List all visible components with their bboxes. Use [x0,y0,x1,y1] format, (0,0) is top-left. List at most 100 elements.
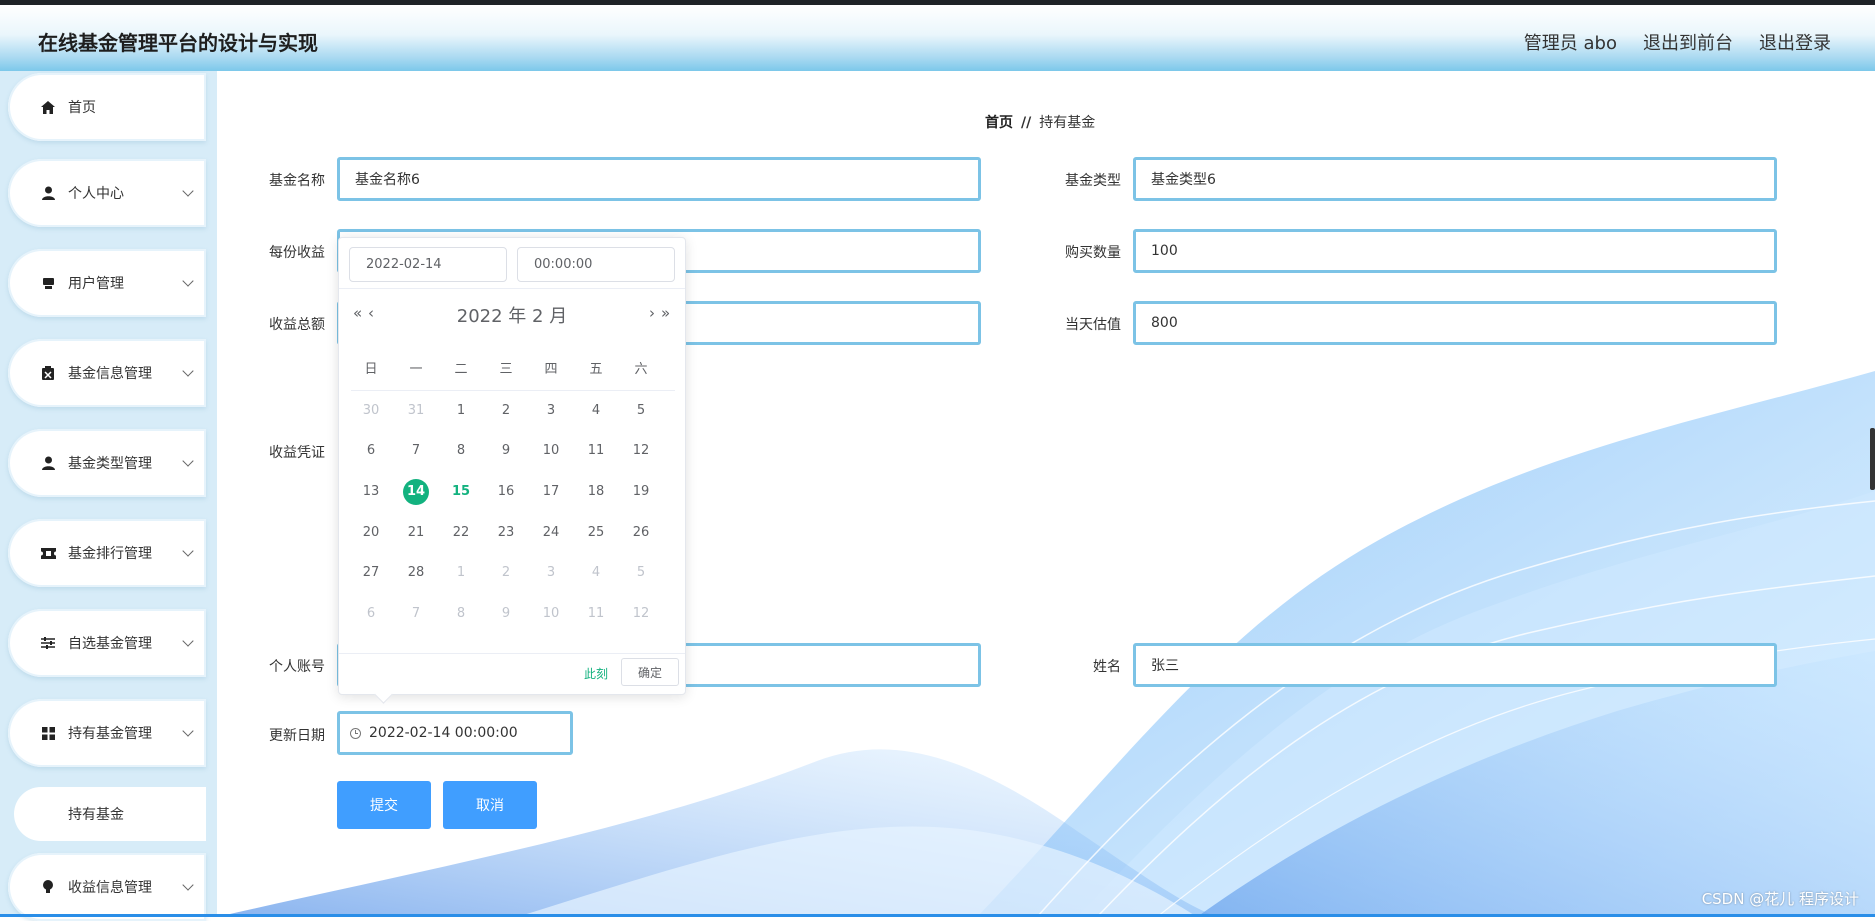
calendar-day[interactable]: 16 [486,477,526,507]
calendar-day[interactable]: 5 [621,558,661,588]
sidebar-item-fund-info-management[interactable]: 基金信息管理 [8,339,206,407]
calendar-day[interactable]: 26 [621,518,661,548]
fund-type-input[interactable]: 基金类型6 [1133,157,1777,201]
calendar-day[interactable]: 11 [576,599,616,629]
calendar-day-number: 12 [632,606,650,621]
calendar-day[interactable]: 2 [486,558,526,588]
calendar-day-number: 4 [591,403,601,418]
calendar-day[interactable]: 12 [621,436,661,466]
update-date-value: 2022-02-14 00:00:00 [369,725,518,741]
calendar-day[interactable]: 27 [351,558,391,588]
sidebar-item-fund-type-management[interactable]: 基金类型管理 [8,429,206,497]
calendar-day[interactable]: 11 [576,436,616,466]
user-icon [38,455,58,471]
sidebar-item-label: 基金类型管理 [68,456,152,472]
sidebar-item-label: 用户管理 [68,276,124,292]
update-date-label: 更新日期 [269,728,325,744]
fund-name-input[interactable]: 基金名称6 [337,157,981,201]
calendar-day[interactable]: 28 [396,558,436,588]
calendar-day[interactable]: 4 [576,558,616,588]
next-month-button[interactable]: › [649,304,655,322]
submit-button[interactable]: 提交 [337,781,431,829]
cancel-button[interactable]: 取消 [443,781,537,829]
sidebar-item-label: 收益信息管理 [68,880,152,896]
calendar-day[interactable]: 25 [576,518,616,548]
sidebar-item-fund-ranking-management[interactable]: 基金排行管理 [8,519,206,587]
calendar-day-number: 21 [407,525,425,540]
calendar-day[interactable]: 4 [576,396,616,426]
calendar-day-number: 7 [411,606,421,621]
calendar-day[interactable]: 23 [486,518,526,548]
watermark: CSDN @花儿 程序设计 [1701,890,1859,908]
calendar-day[interactable]: 9 [486,599,526,629]
calendar-day[interactable]: 13 [351,477,391,507]
sidebar-item-label: 首页 [68,100,96,116]
breadcrumb-home[interactable]: 首页 [985,115,1013,131]
picker-date-input[interactable]: 2022-02-14 [349,247,507,282]
calendar-day[interactable]: 30 [351,396,391,426]
calendar-day[interactable]: 8 [441,599,481,629]
sidebar-subitem-holdings[interactable]: 持有基金 [14,787,206,841]
name-input[interactable]: 张三 [1133,643,1777,687]
logout-link[interactable]: 退出登录 [1759,29,1831,55]
calendar-day[interactable]: 1 [441,396,481,426]
bulb-icon [38,879,58,895]
calendar-day[interactable]: 18 [576,477,616,507]
calendar-day[interactable]: 3 [531,558,571,588]
calendar-day[interactable]: 15 [441,477,481,507]
calendar-day[interactable]: 14 [396,477,436,507]
daily-valuation-input[interactable]: 800 [1133,301,1777,345]
calendar-day[interactable]: 24 [531,518,571,548]
calendar-day[interactable]: 12 [621,599,661,629]
weekday-label: 日 [364,362,378,377]
breadcrumb: 首页 // 持有基金 [985,112,1095,132]
sidebar-item-personal-center[interactable]: 个人中心 [8,159,206,227]
confirm-button[interactable]: 确定 [621,658,679,686]
calendar-day[interactable]: 17 [531,477,571,507]
buy-quantity-input[interactable]: 100 [1133,229,1777,273]
calendar-day[interactable]: 1 [441,558,481,588]
calendar-day[interactable]: 5 [621,396,661,426]
calendar-day[interactable]: 22 [441,518,481,548]
income-proof-label: 收益凭证 [269,445,325,461]
sidebar-item-label: 个人中心 [68,186,124,202]
sidebar-item-watchlist-management[interactable]: 自选基金管理 [8,609,206,677]
exit-to-frontend-link[interactable]: 退出到前台 [1643,29,1733,55]
calendar-day-number: 1 [456,403,466,418]
calendar-day[interactable]: 9 [486,436,526,466]
update-date-input[interactable]: 2022-02-14 00:00:00 [337,711,573,755]
calendar-day[interactable]: 3 [531,396,571,426]
calendar-day-number: 10 [542,443,560,458]
calendar-day[interactable]: 7 [396,436,436,466]
calendar-day[interactable]: 21 [396,518,436,548]
calendar-day-number: 11 [587,606,605,621]
scrollbar-thumb[interactable] [1870,428,1875,490]
calendar-day[interactable]: 8 [441,436,481,466]
calendar-day-number: 3 [546,565,556,580]
calendar-day[interactable]: 20 [351,518,391,548]
now-button[interactable]: 此刻 [584,665,608,682]
calendar-day[interactable]: 2 [486,396,526,426]
breadcrumb-separator: // [1021,115,1032,131]
calendar-day-number: 20 [362,525,380,540]
calendar-day[interactable]: 31 [396,396,436,426]
calendar-day[interactable]: 10 [531,436,571,466]
weekday-label: 一 [409,362,423,377]
calendar-day-number: 2 [501,565,511,580]
calendar-day-number: 18 [587,484,605,499]
calendar-day[interactable]: 10 [531,599,571,629]
calendar-day-number: 13 [362,484,380,499]
calendar-day[interactable]: 6 [351,436,391,466]
picker-footer-divider [339,653,685,654]
sidebar-item-holdings-management[interactable]: 持有基金管理 [8,699,206,767]
sidebar-item-user-management[interactable]: 用户管理 [8,249,206,317]
calendar-day[interactable]: 6 [351,599,391,629]
sidebar-item-income-management[interactable]: 收益信息管理 [8,853,206,921]
calendar-day-number: 9 [501,606,511,621]
admin-user-link[interactable]: 管理员 abo [1524,29,1617,55]
picker-time-input[interactable]: 00:00:00 [517,247,675,282]
calendar-day[interactable]: 19 [621,477,661,507]
calendar-day[interactable]: 7 [396,599,436,629]
next-year-button[interactable]: » [661,304,670,322]
sidebar-item-home[interactable]: 首页 [8,73,206,141]
